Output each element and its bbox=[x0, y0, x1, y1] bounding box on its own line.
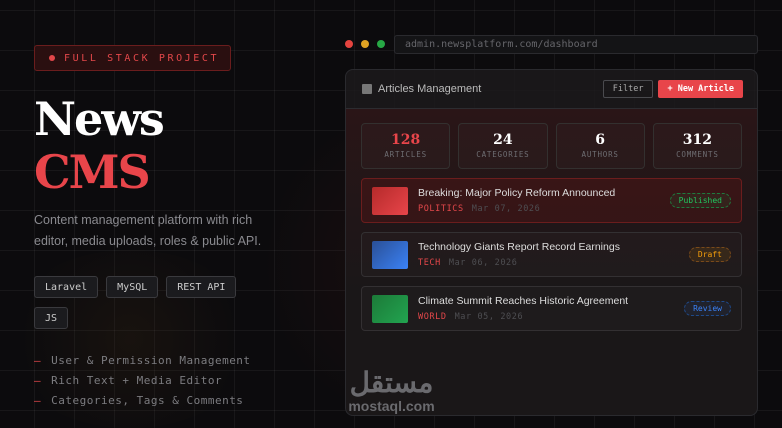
newspaper-icon bbox=[362, 84, 372, 94]
badge-label: FULL STACK PROJECT bbox=[64, 52, 220, 64]
article-thumbnail bbox=[372, 186, 408, 215]
article-title: Climate Summit Reaches Historic Agreemen… bbox=[418, 295, 629, 307]
stat-articles: 128 ARTICLES bbox=[361, 123, 451, 169]
tag: MySQL bbox=[106, 276, 159, 298]
maximize-dot-icon[interactable] bbox=[377, 40, 385, 48]
tag: JS bbox=[34, 307, 69, 329]
new-article-button[interactable]: + New Article bbox=[658, 80, 743, 98]
article-row[interactable]: Climate Summit Reaches Historic Agreemen… bbox=[361, 286, 742, 331]
title-cms: CMS bbox=[34, 145, 151, 199]
feature-item: — Categories, Tags & Comments bbox=[34, 393, 244, 407]
article-title: Breaking: Major Policy Reform Announced bbox=[418, 187, 616, 199]
status-badge: Published bbox=[669, 193, 731, 208]
title-news: News bbox=[34, 92, 165, 146]
window-controls bbox=[345, 40, 385, 48]
close-dot-icon[interactable] bbox=[345, 40, 353, 48]
article-date: Mar 07, 2026 bbox=[471, 204, 541, 214]
article-thumbnail bbox=[372, 240, 408, 269]
filter-button[interactable]: Filter bbox=[602, 80, 654, 98]
url-bar[interactable]: admin.newsplatform.com/dashboard bbox=[394, 35, 758, 54]
article-category: POLITICS bbox=[418, 204, 464, 214]
article-date: Mar 06, 2026 bbox=[448, 258, 518, 268]
panel-header: Articles Management Filter + New Article bbox=[346, 70, 757, 109]
dot-icon bbox=[49, 55, 55, 61]
panel-title: Articles Management bbox=[378, 83, 482, 95]
status-badge: Review bbox=[684, 301, 731, 316]
description: Content management platform with rich ed… bbox=[34, 213, 262, 248]
feature-item: — Rich Text + Media Editor bbox=[34, 373, 223, 387]
feature-list: — User & Permission Management — Rich Text… bbox=[34, 350, 314, 410]
tech-tags: Laravel MySQL REST API JS bbox=[34, 276, 254, 329]
tag: REST API bbox=[166, 276, 237, 298]
article-category: TECH bbox=[418, 258, 441, 268]
article-row[interactable]: Breaking: Major Policy Reform Announced P… bbox=[361, 178, 742, 223]
stats-row: 128 ARTICLES 24 CATEGORIES 6 AUTHORS 312 COM… bbox=[361, 123, 742, 169]
article-row[interactable]: Technology Giants Report Record Earnings… bbox=[361, 232, 742, 277]
tag: Laravel bbox=[34, 276, 99, 298]
stat-comments: 312 COMMENTS bbox=[652, 123, 742, 169]
stat-authors: 6 AUTHORS bbox=[555, 123, 645, 169]
project-badge: FULL STACK PROJECT bbox=[34, 45, 231, 71]
status-badge: Draft bbox=[688, 247, 731, 262]
article-title: Technology Giants Report Record Earnings bbox=[418, 241, 620, 253]
feature-item: — User & Permission Management bbox=[34, 353, 251, 367]
articles-panel: Articles Management Filter + New Article… bbox=[345, 69, 758, 416]
minimize-dot-icon[interactable] bbox=[361, 40, 369, 48]
stat-categories: 24 CATEGORIES bbox=[458, 123, 548, 169]
article-category: WORLD bbox=[418, 312, 447, 322]
mostaql-watermark: مستقل mostaql.com bbox=[348, 367, 435, 415]
article-thumbnail bbox=[372, 294, 408, 323]
article-date: Mar 05, 2026 bbox=[454, 312, 524, 322]
